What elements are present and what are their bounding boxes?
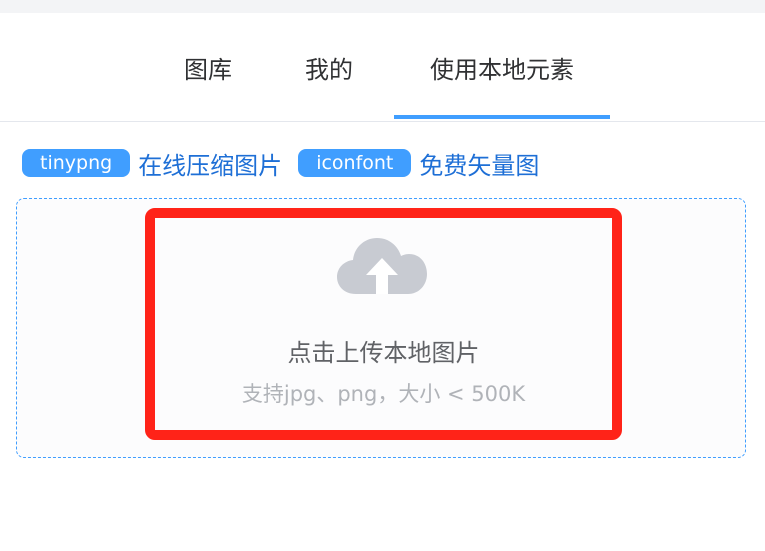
active-tab-indicator [394,115,610,119]
tab-gallery[interactable]: 图库 [160,13,256,122]
tool-links: tinypng 在线压缩图片 iconfont 免费矢量图 [22,143,555,183]
upload-click-area-highlight[interactable] [145,208,622,440]
tab-mine[interactable]: 我的 [281,13,377,122]
iconfont-link[interactable]: 免费矢量图 [419,146,539,181]
tinypng-link[interactable]: 在线压缩图片 [138,146,282,181]
top-bar [0,0,765,13]
iconfont-tag[interactable]: iconfont [298,149,412,177]
tinypng-tag[interactable]: tinypng [22,149,131,177]
tab-bar: 图库 我的 使用本地元素 [0,13,765,122]
tab-local-elements[interactable]: 使用本地元素 [394,13,610,122]
